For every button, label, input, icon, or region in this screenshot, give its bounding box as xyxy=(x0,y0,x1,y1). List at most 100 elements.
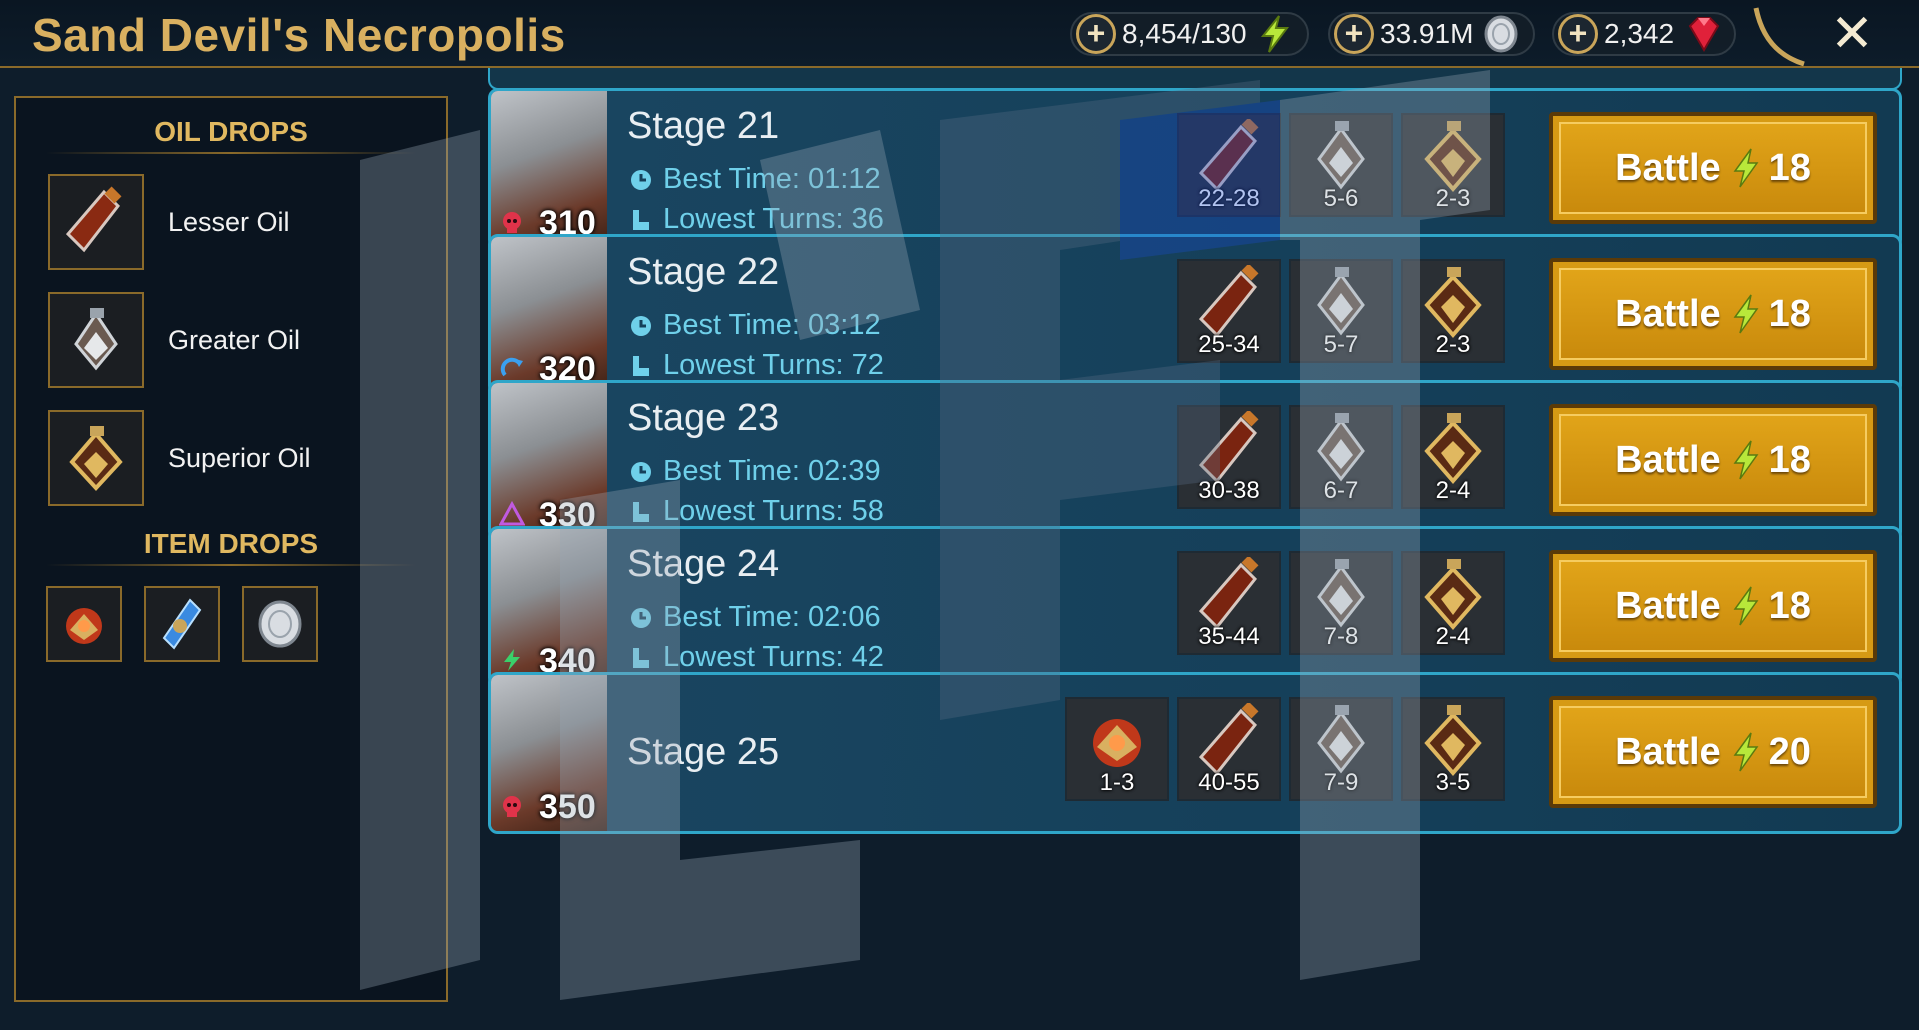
drop-quantity: 1-3 xyxy=(1099,769,1135,796)
best-time: Best Time: 02:06 xyxy=(629,601,881,634)
boss-portrait: 350 xyxy=(491,675,607,831)
stage-row[interactable]: 350 Stage 25 1-3 40-55 7-9 3-5 Battle 20 xyxy=(488,672,1902,834)
oil-item-superior[interactable]: Superior Oil xyxy=(48,410,428,506)
lowest-turns: Lowest Turns: 72 xyxy=(629,349,884,382)
boss-power: 350 xyxy=(539,788,596,826)
best-time: Best Time: 03:12 xyxy=(629,309,881,342)
drops-panel: OIL DROPS Lesser Oil Greater Oil Superio… xyxy=(14,96,448,1002)
clock-icon xyxy=(631,169,651,190)
drop-quantity: 22-28 xyxy=(1198,185,1260,212)
energy-bolt-icon xyxy=(1733,586,1759,626)
add-energy-button[interactable]: + xyxy=(1076,14,1116,54)
divider xyxy=(46,152,416,154)
drop-quantity: 2-3 xyxy=(1435,185,1471,212)
battle-label: Battle xyxy=(1615,438,1721,481)
item-drops-heading: ITEM DROPS xyxy=(143,528,319,559)
stage-row[interactable]: 340 Stage 24 Best Time: 02:06 Lowest Turns:… xyxy=(488,526,1902,688)
boss-portrait: 330 xyxy=(491,383,607,539)
battle-button[interactable]: Battle 18 xyxy=(1549,550,1877,662)
stage-row[interactable]: 320 Stage 22 Best Time: 03:12 Lowest Turns:… xyxy=(488,234,1902,396)
superior-oil-icon xyxy=(48,410,144,506)
oil-drop-slot[interactable]: 22-28 xyxy=(1177,113,1281,217)
lowest-turns-text: Lowest Turns: 72 xyxy=(663,349,884,381)
greater-oil-icon xyxy=(48,292,144,388)
oil-item-greater[interactable]: Greater Oil xyxy=(48,292,428,388)
best-time-text: Best Time: 02:39 xyxy=(663,455,881,487)
stage-name: Stage 22 xyxy=(627,251,780,293)
drop-quantity: 2-4 xyxy=(1435,623,1471,650)
battle-content: Battle 18 xyxy=(1615,293,1811,336)
energy-bolt-icon xyxy=(1733,148,1759,188)
oil-drop-slot[interactable]: 5-6 xyxy=(1289,113,1393,217)
stage-row[interactable]: 330 Stage 23 Best Time: 02:39 Lowest Turns:… xyxy=(488,380,1902,542)
energy-cost: 18 xyxy=(1768,584,1811,627)
energy-cost: 20 xyxy=(1768,730,1811,773)
add-silver-button[interactable]: + xyxy=(1334,14,1374,54)
battle-label: Battle xyxy=(1615,730,1721,773)
potion-drop-icon[interactable] xyxy=(46,586,122,662)
energy-value: 8,454/130 xyxy=(1122,18,1247,49)
oil-drop-slot[interactable]: 40-55 xyxy=(1177,697,1281,801)
oil-drop-slot[interactable]: 6-7 xyxy=(1289,405,1393,509)
oil-drop-slot[interactable]: 3-5 xyxy=(1401,697,1505,801)
drop-quantity: 30-38 xyxy=(1198,477,1260,504)
oil-drop-slot[interactable]: 35-44 xyxy=(1177,551,1281,655)
drop-quantity: 7-8 xyxy=(1323,623,1359,650)
gem-counter: + 2,342 xyxy=(1552,12,1737,56)
oil-drop-slot[interactable]: 2-4 xyxy=(1401,551,1505,655)
oil-drop-slot[interactable]: 2-3 xyxy=(1401,259,1505,363)
divider xyxy=(46,564,416,566)
force-affinity-icon xyxy=(503,212,521,233)
silver-coin-icon xyxy=(1484,15,1518,53)
battle-button[interactable]: Battle 18 xyxy=(1549,404,1877,516)
oil-drop-slot[interactable]: 7-8 xyxy=(1289,551,1393,655)
battle-content: Battle 20 xyxy=(1615,731,1811,774)
battle-button[interactable]: Battle 18 xyxy=(1549,258,1877,370)
top-bar: Sand Devil's Necropolis + 8,454/130 + 33… xyxy=(0,0,1919,68)
silver-coin-drop-icon[interactable] xyxy=(242,586,318,662)
drop-quantity: 5-6 xyxy=(1323,185,1359,212)
oil-label: Greater Oil xyxy=(168,324,301,355)
battle-button[interactable]: Battle 20 xyxy=(1549,696,1877,808)
drop-quantity: 2-3 xyxy=(1435,331,1471,358)
energy-bolt-icon xyxy=(1733,732,1759,772)
void-affinity-icon xyxy=(499,501,525,526)
silver-value: 33.91M xyxy=(1380,18,1474,49)
boss-portrait: 340 xyxy=(491,529,607,685)
oil-drop-slot[interactable]: 25-34 xyxy=(1177,259,1281,363)
oil-drop-slot[interactable]: 2-4 xyxy=(1401,405,1505,509)
oil-drop-slot[interactable]: 30-38 xyxy=(1177,405,1281,509)
superior-oil-icon xyxy=(1424,705,1482,777)
potion-icon xyxy=(1093,719,1141,767)
oil-item-lesser[interactable]: Lesser Oil xyxy=(48,174,428,270)
greater-oil-icon xyxy=(1317,267,1365,336)
lowest-turns: Lowest Turns: 36 xyxy=(629,203,884,236)
item-drop-slot[interactable]: 1-3 xyxy=(1065,697,1169,801)
battle-button[interactable]: Battle 18 xyxy=(1549,112,1877,224)
oil-label: Lesser Oil xyxy=(168,206,290,237)
lowest-turns: Lowest Turns: 42 xyxy=(629,641,884,674)
greater-oil-icon xyxy=(1317,705,1365,774)
previous-stage-edge xyxy=(488,68,1902,90)
battle-content: Battle 18 xyxy=(1615,147,1811,190)
boot-icon xyxy=(633,355,649,376)
energy-cost: 18 xyxy=(1768,438,1811,481)
superior-oil-icon xyxy=(1424,559,1482,631)
artifact-drop-icon[interactable] xyxy=(144,586,220,662)
oil-drops-heading: OIL DROPS xyxy=(154,116,308,147)
oil-drop-slot[interactable]: 7-9 xyxy=(1289,697,1393,801)
best-time-text: Best Time: 02:06 xyxy=(663,601,881,633)
battle-content: Battle 18 xyxy=(1615,439,1811,482)
add-gems-button[interactable]: + xyxy=(1558,14,1598,54)
drop-quantity: 25-34 xyxy=(1198,331,1260,358)
oil-drop-slot[interactable]: 2-3 xyxy=(1401,113,1505,217)
energy-counter: + 8,454/130 xyxy=(1070,12,1309,56)
close-button[interactable]: ✕ xyxy=(1824,6,1880,62)
lowest-turns-text: Lowest Turns: 42 xyxy=(663,641,884,673)
stage-row[interactable]: 310 Stage 21 Best Time: 01:12 Lowest Turns:… xyxy=(488,88,1902,250)
oil-drop-slot[interactable]: 5-7 xyxy=(1289,259,1393,363)
best-time: Best Time: 01:12 xyxy=(629,163,881,196)
stage-name: Stage 21 xyxy=(627,105,780,147)
stage-name: Stage 23 xyxy=(627,397,780,439)
boot-icon xyxy=(633,647,649,668)
